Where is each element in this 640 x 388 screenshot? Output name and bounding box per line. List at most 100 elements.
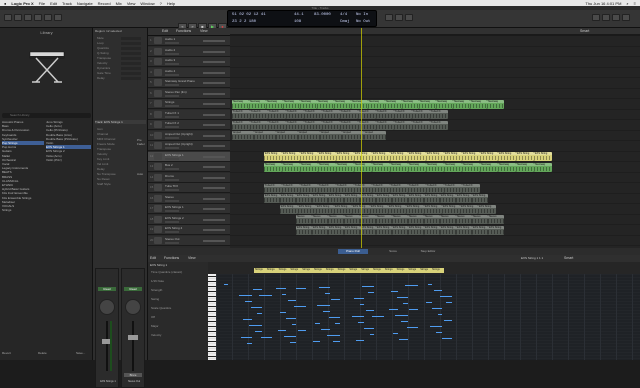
arrange-region[interactable]: EXS String <box>472 194 488 204</box>
track-volume-fader[interactable] <box>203 113 225 116</box>
midi-note[interactable] <box>366 310 374 311</box>
track-volume-fader[interactable] <box>203 124 225 126</box>
track-volume-fader[interactable] <box>203 155 225 158</box>
arrange-region[interactable]: EXS String <box>316 204 334 214</box>
arrange-region[interactable]: Tuba FX <box>268 120 286 130</box>
track-name[interactable]: Tuba FX 2 <box>165 121 179 125</box>
pr-view-menu[interactable]: View <box>188 256 196 260</box>
track-header[interactable]: 13 Bus 2 <box>148 162 230 172</box>
arrange-region[interactable]: Stereo <box>296 215 312 225</box>
region-field-value[interactable] <box>121 67 141 70</box>
track-header[interactable]: 10 Amped Out (Upright) <box>148 130 230 141</box>
region-field-value[interactable] <box>121 77 141 80</box>
arrange-lane[interactable] <box>230 141 640 152</box>
track-name[interactable]: Amped Out (Upright) <box>165 142 193 146</box>
mute-solo-buttons[interactable] <box>165 73 179 76</box>
arrange-region[interactable]: EXS String <box>388 204 406 214</box>
midi-note[interactable] <box>319 287 330 288</box>
mute-solo-buttons[interactable] <box>165 52 179 55</box>
track-header[interactable]: 14 Drums <box>148 172 230 183</box>
mute-solo-buttons[interactable] <box>165 84 179 86</box>
apple-icon[interactable]: ● <box>4 1 6 6</box>
arrange-region[interactable]: EXS String <box>372 152 390 162</box>
arrange-region[interactable]: Steinway <box>351 99 368 109</box>
metronome-button[interactable] <box>405 14 413 21</box>
arrange-region[interactable]: EXS String <box>488 225 504 235</box>
volume-fader-2[interactable] <box>128 335 138 340</box>
arrange-region[interactable]: EXS String <box>360 225 376 235</box>
midi-note[interactable] <box>241 337 252 338</box>
arrange-lane[interactable] <box>230 36 640 47</box>
track-header[interactable]: 12 EXS Strings 1 <box>148 151 230 162</box>
arrange-region[interactable]: EXS String <box>354 152 372 162</box>
arrange-region[interactable]: EXS String <box>478 204 496 214</box>
mute-solo-buttons[interactable] <box>165 42 179 44</box>
track-volume-fader[interactable] <box>203 134 225 137</box>
arrange-lane[interactable] <box>230 236 640 246</box>
arrange-region[interactable]: EXS String <box>516 152 534 162</box>
arrange-region[interactable]: Steinway <box>408 162 426 172</box>
arrange-region[interactable]: EXS String <box>472 225 488 235</box>
track-volume-fader[interactable] <box>203 82 225 84</box>
track-name[interactable]: Stereo Out <box>165 237 180 241</box>
menu-edit[interactable]: Edit <box>50 1 57 6</box>
arrange-lane[interactable] <box>230 57 640 68</box>
arrange-region[interactable]: EXS String <box>480 152 498 162</box>
track-header[interactable]: 5 Steinway Grand Piano <box>148 78 230 88</box>
menu-navigate[interactable]: Navigate <box>77 1 93 6</box>
arrange-region[interactable]: Steinway <box>266 99 283 109</box>
midi-note[interactable] <box>239 295 252 296</box>
arrange-region[interactable]: EXS String <box>440 194 456 204</box>
help-button[interactable] <box>14 14 22 21</box>
note-grid[interactable] <box>216 274 640 360</box>
arrange-region[interactable]: EXS String <box>328 194 344 204</box>
arrange-region[interactable]: Stereo <box>360 215 376 225</box>
menu-extra[interactable]: ? <box>160 1 162 6</box>
arrange-region[interactable]: Amped <box>320 131 342 141</box>
arrange-region[interactable]: Tuba FX <box>376 120 394 130</box>
track-name[interactable]: Audio 2 <box>165 48 175 52</box>
lcd-display[interactable]: 51 02 02 12 41 23 2 2 180 44.1 83.0000 4… <box>227 10 377 27</box>
midi-note[interactable] <box>409 309 418 310</box>
edit-menu[interactable]: Edit <box>162 29 168 33</box>
track-name[interactable]: EXS String 4 <box>165 226 182 230</box>
arrange-region[interactable]: Steinway <box>317 99 334 109</box>
arrange-region[interactable]: Stereo <box>488 215 504 225</box>
midi-note[interactable] <box>358 322 364 323</box>
save-button[interactable]: Save... <box>76 351 85 355</box>
mute-solo-buttons[interactable] <box>165 178 179 181</box>
arrange-region[interactable]: Tuba FX <box>462 183 480 193</box>
arrange-region[interactable]: EXS String <box>336 152 354 162</box>
cycle-button[interactable] <box>385 14 393 21</box>
midi-note[interactable] <box>243 319 252 320</box>
midi-note[interactable] <box>356 340 364 341</box>
midi-note[interactable] <box>368 292 374 293</box>
midi-note[interactable] <box>428 284 432 285</box>
mute-solo-buttons[interactable] <box>165 136 179 139</box>
arrange-region[interactable]: Stereo <box>312 215 328 225</box>
midi-note[interactable] <box>251 307 262 308</box>
track-volume-fader[interactable] <box>203 197 225 200</box>
smart-controls-button[interactable] <box>34 14 42 21</box>
track-volume-fader[interactable] <box>203 145 225 147</box>
arrange-region[interactable]: Tuba FX <box>304 110 322 120</box>
tab-step-editor[interactable]: Step Editor <box>413 249 443 254</box>
mute-solo-buttons[interactable] <box>165 168 179 170</box>
arrange-region[interactable]: Steinway <box>372 162 390 172</box>
tuner-button[interactable] <box>395 14 403 21</box>
arrange-region[interactable]: EXS String <box>312 225 328 235</box>
track-header[interactable]: 11 Amped Out (Upright) <box>148 141 230 151</box>
midi-note[interactable] <box>426 302 432 303</box>
midi-note[interactable] <box>257 313 262 314</box>
arrange-region[interactable]: Tuba FX <box>430 110 448 120</box>
menu-window[interactable]: Window <box>140 1 154 6</box>
arrange-region[interactable]: EXS String <box>360 194 376 204</box>
list-icon[interactable]: ≡ <box>634 1 636 6</box>
track-volume-fader[interactable] <box>203 187 225 189</box>
arrange-region[interactable]: EXS String <box>456 225 472 235</box>
arrange-region[interactable]: Tuba FX <box>376 110 394 120</box>
midi-note[interactable] <box>407 327 418 328</box>
track-volume-fader[interactable] <box>203 92 225 95</box>
midi-note[interactable] <box>329 317 340 318</box>
midi-note[interactable] <box>224 284 228 285</box>
